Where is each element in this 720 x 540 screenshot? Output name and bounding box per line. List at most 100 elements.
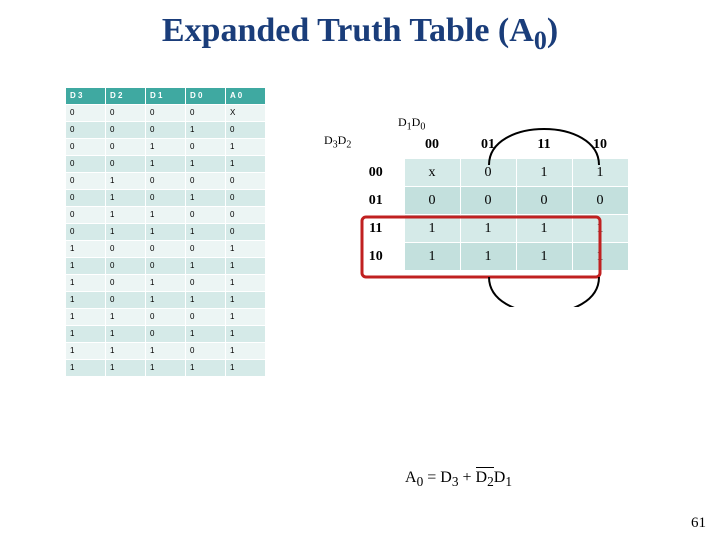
truth-cell: 0 (186, 138, 226, 155)
truth-row: 11001 (66, 308, 266, 325)
kmap-row-head: 11 (348, 215, 404, 243)
truth-cell: 0 (66, 189, 106, 206)
truth-cell: 0 (66, 155, 106, 172)
page-title: Expanded Truth Table (A0) (0, 0, 720, 62)
truth-cell: 0 (146, 325, 186, 342)
truth-cell: 0 (186, 206, 226, 223)
kmap-cell: 1 (404, 215, 460, 243)
truth-cell: 1 (106, 172, 146, 189)
kmap-col-head: 00 (404, 131, 460, 159)
kmap-cell: 1 (572, 159, 628, 187)
truth-cell: 1 (226, 308, 266, 325)
truth-row: 01110 (66, 223, 266, 240)
truth-cell: 0 (186, 104, 226, 121)
truth-row: 00101 (66, 138, 266, 155)
truth-cell: 1 (66, 342, 106, 359)
kmap-cell: 1 (460, 243, 516, 271)
truth-cell: 1 (66, 274, 106, 291)
truth-cell: 1 (226, 325, 266, 342)
truth-header-3: D 0 (186, 87, 226, 104)
truth-cell: 1 (66, 257, 106, 274)
truth-cell: 1 (66, 325, 106, 342)
truth-cell: 1 (226, 240, 266, 257)
truth-cell: 0 (146, 308, 186, 325)
kmap-col-head: 01 (460, 131, 516, 159)
truth-cell: 0 (106, 274, 146, 291)
truth-cell: 0 (106, 257, 146, 274)
truth-row: 10101 (66, 274, 266, 291)
kmap-cell: 1 (516, 243, 572, 271)
content-area: D 3D 2D 1D 0A 0 0000X0001000101001110100… (0, 62, 720, 377)
truth-cell: 0 (186, 172, 226, 189)
truth-cell: 1 (106, 359, 146, 376)
kmap-table: 00011110 00x011010000111111101111 (348, 131, 629, 272)
kmap-cell: 1 (572, 215, 628, 243)
truth-cell: 1 (186, 155, 226, 172)
truth-cell: 1 (66, 291, 106, 308)
truth-cell: 1 (146, 342, 186, 359)
truth-cell: 1 (146, 274, 186, 291)
truth-cell: 0 (226, 121, 266, 138)
truth-cell: 1 (106, 206, 146, 223)
kmap-area: D1D0 D3D2 00011110 00x011010000111111101… (314, 87, 629, 377)
kmap-cell: 1 (516, 159, 572, 187)
truth-cell: 0 (186, 308, 226, 325)
truth-cell: 1 (186, 359, 226, 376)
truth-row: 10011 (66, 257, 266, 274)
title-close: ) (547, 12, 558, 49)
kmap-cell: 0 (404, 187, 460, 215)
truth-row: 01100 (66, 206, 266, 223)
truth-cell: 0 (106, 121, 146, 138)
truth-cell: 1 (146, 291, 186, 308)
truth-cell: 0 (146, 240, 186, 257)
truth-cell: 0 (106, 155, 146, 172)
truth-cell: 0 (226, 172, 266, 189)
truth-cell: 1 (146, 138, 186, 155)
truth-cell: 1 (226, 155, 266, 172)
truth-row: 00111 (66, 155, 266, 172)
truth-cell: 1 (106, 189, 146, 206)
truth-row: 0000X (66, 104, 266, 121)
kmap-cell: 1 (572, 243, 628, 271)
truth-cell: 0 (66, 104, 106, 121)
result-equation: A0 = D3 + D2D1 (405, 469, 512, 490)
truth-cell: 0 (66, 206, 106, 223)
truth-cell: 1 (146, 155, 186, 172)
truth-cell: 1 (186, 189, 226, 206)
truth-row: 00010 (66, 121, 266, 138)
truth-cell: 0 (186, 274, 226, 291)
page-number: 61 (691, 515, 706, 532)
truth-cell: 1 (226, 274, 266, 291)
truth-cell: 0 (106, 291, 146, 308)
truth-cell: 1 (106, 223, 146, 240)
truth-cell: 0 (106, 240, 146, 257)
truth-cell: 0 (186, 240, 226, 257)
truth-row: 11101 (66, 342, 266, 359)
truth-cell: 0 (146, 104, 186, 121)
kmap-cell: 1 (460, 215, 516, 243)
truth-cell: 0 (66, 138, 106, 155)
truth-cell: 1 (226, 359, 266, 376)
kmap-row-var-label: D3D2 (324, 133, 351, 150)
truth-cell: 1 (226, 257, 266, 274)
kmap-row-head: 00 (348, 159, 404, 187)
group-arc-bottom (489, 277, 599, 307)
truth-cell: 1 (226, 138, 266, 155)
kmap-cell: 0 (460, 159, 516, 187)
truth-row: 01000 (66, 172, 266, 189)
truth-row: 10001 (66, 240, 266, 257)
truth-cell: 1 (106, 308, 146, 325)
truth-cell: 0 (66, 121, 106, 138)
truth-header-1: D 2 (106, 87, 146, 104)
truth-cell: 0 (146, 189, 186, 206)
truth-cell: 0 (106, 138, 146, 155)
truth-row: 01010 (66, 189, 266, 206)
truth-cell: 1 (186, 121, 226, 138)
kmap-cell: 0 (572, 187, 628, 215)
truth-cell: 0 (146, 257, 186, 274)
truth-cell: 1 (186, 257, 226, 274)
truth-header-2: D 1 (146, 87, 186, 104)
truth-cell: 0 (226, 189, 266, 206)
truth-row: 10111 (66, 291, 266, 308)
truth-cell: 1 (186, 223, 226, 240)
